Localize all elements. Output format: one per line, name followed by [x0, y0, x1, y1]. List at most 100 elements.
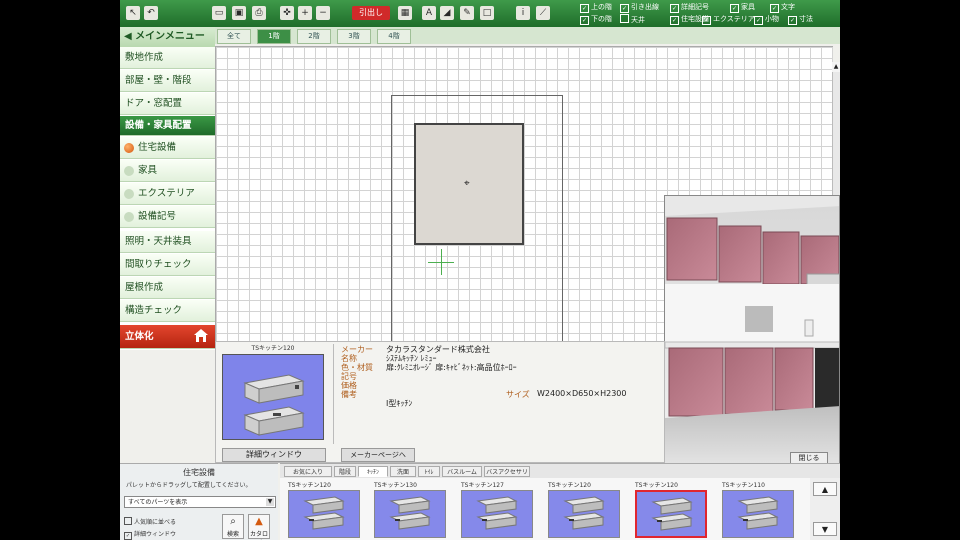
- tab-favorites[interactable]: お気に入り: [284, 466, 332, 477]
- search-button[interactable]: ⌕ 検索: [222, 514, 244, 539]
- field-value-color: 扉:ｸﾚﾐﾆｵﾚｰｼﾞ 扉:ｷｬﾋﾞﾈｯﾄ:高品位ﾎｰﾛｰ: [386, 363, 517, 372]
- kitchen-model-part: [395, 519, 400, 521]
- sidebar-item-roof[interactable]: 屋根作成: [120, 277, 215, 299]
- zoom-out-icon[interactable]: −: [316, 6, 330, 20]
- check-furniture[interactable]: ✓ 家具: [730, 2, 755, 13]
- sidebar-item-floorplan-check[interactable]: 間取りチェック: [120, 254, 215, 276]
- palette-scroll: ▲ ▼: [810, 478, 840, 540]
- palette-items: TSキッチン120 TSキッチン130 TSキッチン127 TSキッチン120 …: [280, 478, 840, 540]
- pointer-icon[interactable]: ↖: [126, 6, 140, 20]
- palette-item-label: TSキッチン110: [722, 482, 765, 489]
- folder-open-icon[interactable]: ▭: [212, 6, 226, 20]
- check-detail-symbols[interactable]: ✓ 詳細記号: [670, 2, 709, 13]
- maker-page-button[interactable]: メーカーページへ: [341, 448, 415, 462]
- sidebar-item-label: 照明・天井装具: [125, 236, 192, 247]
- palette-item[interactable]: TSキッチン130: [372, 478, 448, 540]
- sidebar-item-doors[interactable]: ドア・窓配置: [120, 93, 215, 115]
- paint-icon[interactable]: ◢: [440, 6, 454, 20]
- scroll-down-button[interactable]: ▼: [813, 522, 837, 536]
- tab-kitchen[interactable]: ｷｯﾁﾝ: [358, 466, 388, 477]
- check-small-items[interactable]: ✓ 小物: [754, 14, 779, 25]
- check-exterior[interactable]: ✓ エクステリア: [702, 14, 755, 25]
- parts-filter-select[interactable]: すべてのパーツを表示 ▼: [124, 496, 276, 508]
- eyedropper-icon[interactable]: ⟋: [536, 6, 550, 20]
- sidebar-item-housing-equipment[interactable]: 住宅設備: [120, 137, 215, 159]
- tab-floor-2[interactable]: 2階: [297, 29, 331, 44]
- move-cursor-icon: ⌖: [464, 178, 470, 189]
- check-ceiling[interactable]: 天井: [620, 14, 645, 25]
- tab-bath-accessories[interactable]: バスアクセサリ: [484, 466, 530, 477]
- check-leader-lines[interactable]: ✓ 引き出線: [620, 2, 659, 13]
- sidebar-item-structure-check[interactable]: 構造チェック: [120, 300, 215, 322]
- info-icon[interactable]: i: [516, 6, 530, 20]
- sidebar-item-label: 屋根作成: [125, 282, 164, 293]
- tab-washroom[interactable]: 洗面: [390, 466, 416, 477]
- palette-item-selected[interactable]: TSキッチン120: [633, 478, 709, 540]
- sidebar-item-lighting[interactable]: 照明・天井装具: [120, 231, 215, 253]
- scroll-up-arrow-icon[interactable]: ▲: [832, 62, 840, 72]
- palette-item[interactable]: TSキッチン127: [459, 478, 535, 540]
- check-dimensions[interactable]: ✓ 寸法: [788, 14, 813, 25]
- catalog-button[interactable]: ▲ カタログ: [248, 514, 270, 539]
- 3d-preview-window[interactable]: [664, 195, 840, 465]
- sidebar-item-rooms[interactable]: 部屋・壁・階段: [120, 70, 215, 92]
- search-button-label: 検索: [226, 531, 239, 538]
- detail-window-checkbox[interactable]: ✓ 詳細ウィンドウ: [124, 529, 176, 540]
- size-value: W2400×D650×H2300: [537, 389, 627, 398]
- sidebar-item-label: ドア・窓配置: [125, 98, 183, 109]
- tab-floor-4[interactable]: 4階: [377, 29, 411, 44]
- checkbox-label: 家具: [741, 3, 755, 11]
- field-label-color: 色・材質: [341, 363, 373, 372]
- undo-icon[interactable]: ↶: [144, 6, 158, 20]
- sidebar-item-label: 構造チェック: [125, 305, 183, 316]
- scroll-up-button[interactable]: ▲: [813, 482, 837, 496]
- checkbox-icon: ✓: [580, 4, 589, 13]
- zoom-in-icon[interactable]: +: [298, 6, 312, 20]
- check-lower-floor[interactable]: ✓ 下の階: [580, 14, 612, 25]
- kitchen-thumbnail-icon: [288, 490, 360, 538]
- warning-icon: ▲: [255, 516, 263, 527]
- rectangle-icon[interactable]: □: [480, 6, 494, 20]
- field-value-maker: タカラスタンダード株式会社: [386, 345, 490, 354]
- main-menu-button[interactable]: ◀ メインメニュー: [120, 27, 215, 47]
- palette-item[interactable]: TSキッチン120: [286, 478, 362, 540]
- checkbox-label: 下の階: [591, 15, 612, 23]
- check-text[interactable]: ✓ 文字: [770, 2, 795, 13]
- catalog-button-label: カタログ: [249, 531, 268, 538]
- print-icon[interactable]: ⎙: [252, 6, 266, 20]
- drawer-button[interactable]: 引出し: [352, 6, 390, 20]
- check-upper-floor[interactable]: ✓ 上の階: [580, 2, 612, 13]
- app-window: ↖ ↶ ▭ ▣ ⎙ ✜ + − 引出し ▦ A ◢ ✎ □ i ⟋ ✓ 上の階 ✓…: [120, 0, 840, 540]
- sidebar-item-site[interactable]: 敷地作成: [120, 47, 215, 69]
- sidebar-item-equipment-symbols[interactable]: 設備記号: [120, 206, 215, 228]
- tab-all[interactable]: 全て: [217, 29, 251, 44]
- palette-item-label: TSキッチン120: [635, 482, 678, 489]
- sidebar-section-equipment[interactable]: 設備・家具配置: [120, 116, 215, 136]
- palette-item[interactable]: TSキッチン110: [720, 478, 796, 540]
- save-icon[interactable]: ▣: [232, 6, 246, 20]
- popular-order-checkbox[interactable]: 人気順に並べる: [124, 517, 176, 526]
- house-icon: [194, 329, 208, 342]
- tab-floor-1[interactable]: 1階: [257, 29, 291, 44]
- checkbox-icon: [124, 517, 132, 525]
- kitchen-unit-plan[interactable]: ⌖: [414, 123, 524, 245]
- kitchen-thumbnail-icon: [374, 490, 446, 538]
- detail-window-button[interactable]: 詳細ウィンドウ: [222, 448, 326, 462]
- sidebar-item-exterior[interactable]: エクステリア: [120, 183, 215, 205]
- sidebar-item-3d[interactable]: 立体化: [120, 325, 215, 349]
- calculator-icon[interactable]: ▦: [398, 6, 412, 20]
- tab-bathroom[interactable]: バスルーム: [442, 466, 482, 477]
- tab-toilet[interactable]: ﾄｲﾚ: [418, 466, 440, 477]
- palette-item-label: TSキッチン120: [548, 482, 591, 489]
- kitchen-model-icon: [563, 496, 605, 530]
- fit-view-icon[interactable]: ✜: [280, 6, 294, 20]
- palette-item[interactable]: TSキッチン120: [546, 478, 622, 540]
- checkbox-icon: ✓: [670, 4, 679, 13]
- tab-stairs[interactable]: 階段: [334, 466, 356, 477]
- tab-floor-3[interactable]: 3階: [337, 29, 371, 44]
- palette-controls: 住宅設備 パレットからドラッグして配置してください。 すべてのパーツを表示 ▼ …: [120, 463, 278, 540]
- text-icon[interactable]: A: [422, 6, 436, 20]
- pen-icon[interactable]: ✎: [460, 6, 474, 20]
- chevron-down-icon[interactable]: ▼: [266, 498, 274, 506]
- sidebar-item-furniture[interactable]: 家具: [120, 160, 215, 182]
